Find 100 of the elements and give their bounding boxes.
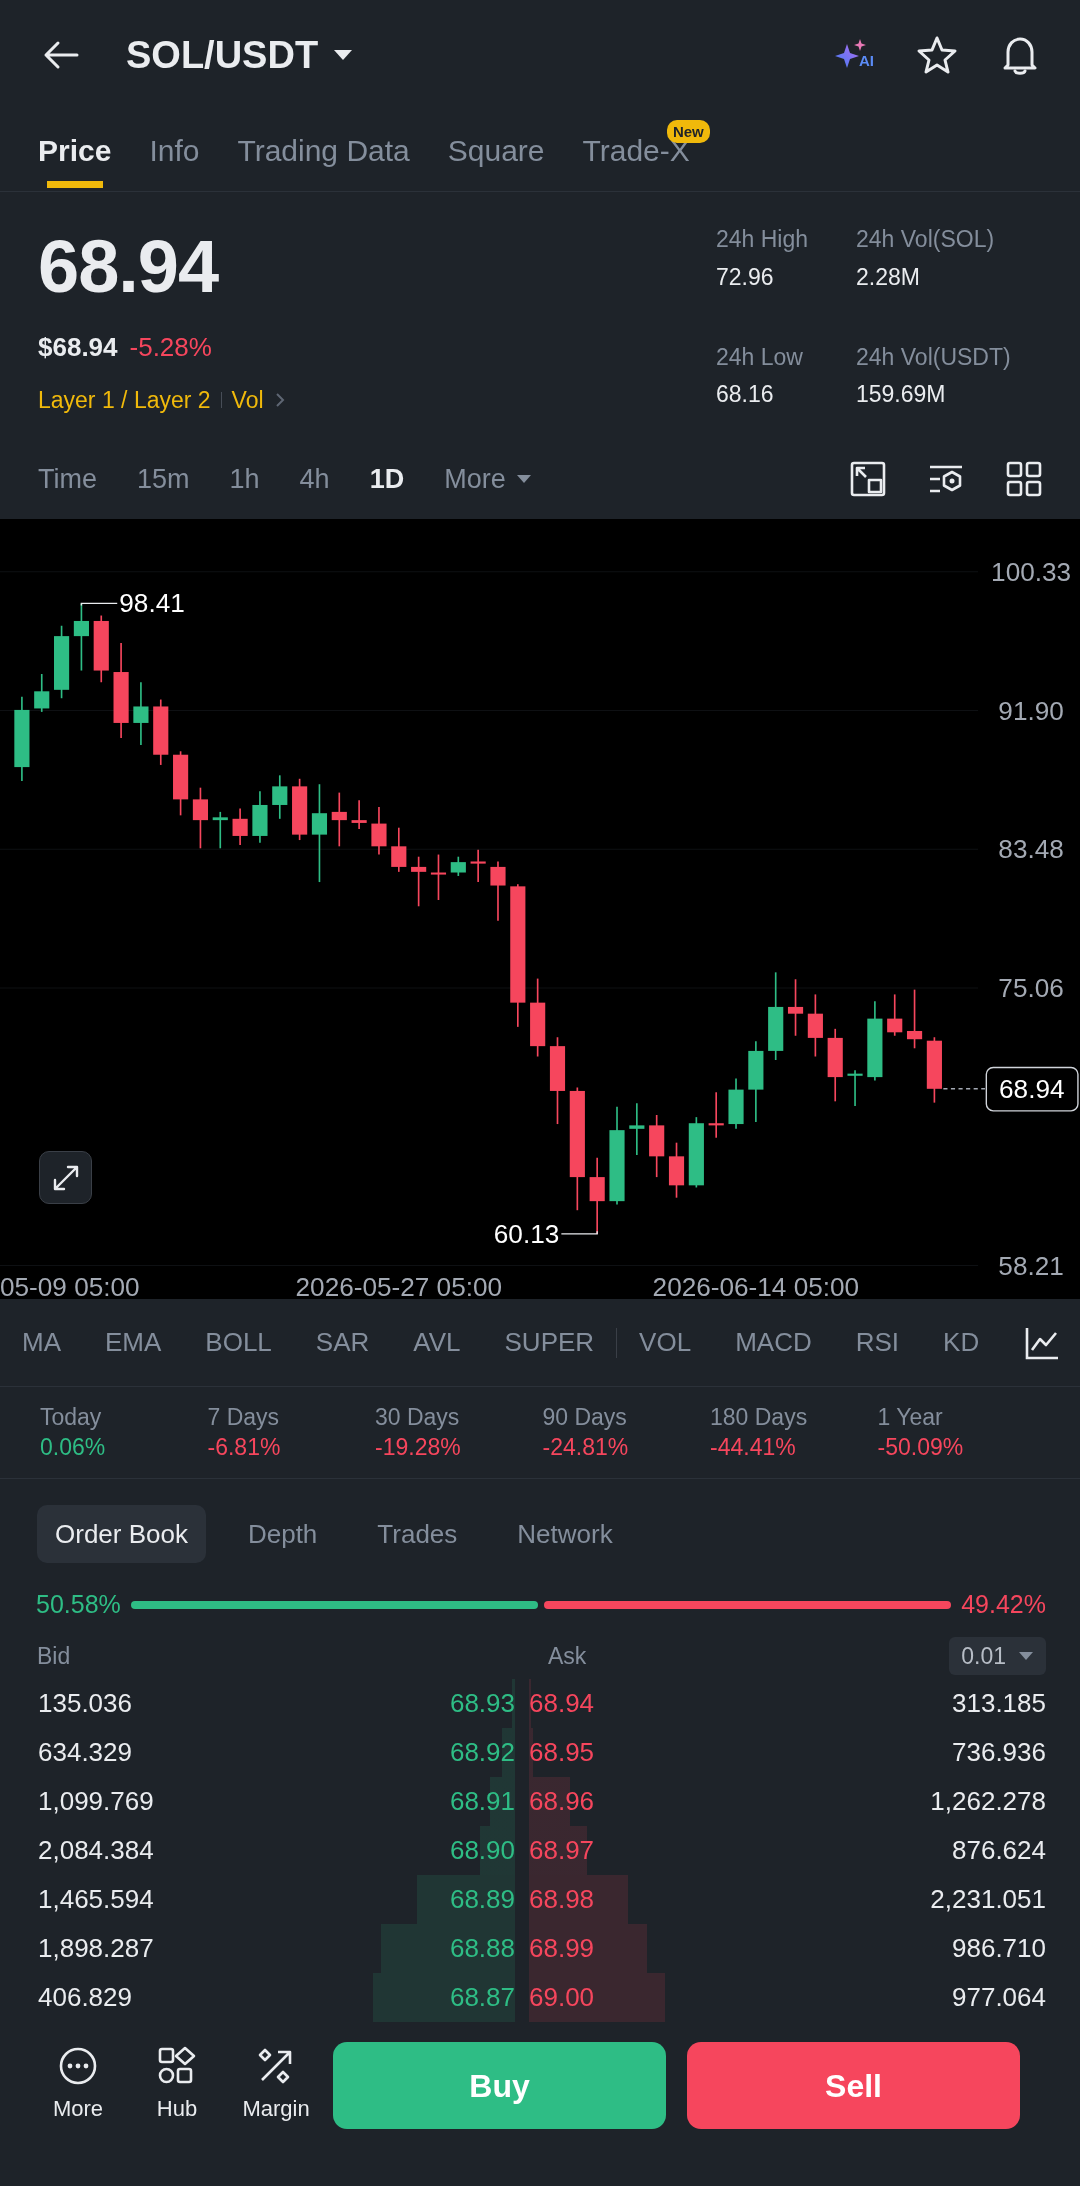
candle (292, 777, 308, 841)
stat-label: 24h Vol(SOL) (856, 226, 996, 254)
toolbar-button[interactable]: More (38, 2046, 118, 2125)
indicator-tab[interactable]: SAR (315, 1323, 370, 1362)
ask-price: 68.96 (529, 1777, 595, 1826)
book-tab[interactable]: Network (499, 1505, 631, 1563)
period-change: -50.09% (877, 1432, 965, 1462)
high-price-label: 98.41 (119, 588, 185, 619)
candle (331, 791, 347, 848)
indicator-tab[interactable]: RSI (855, 1323, 900, 1362)
precision-dropdown[interactable]: 0.01 (949, 1637, 1046, 1675)
candle (232, 807, 248, 846)
book-tab[interactable]: Order Book (37, 1505, 206, 1563)
toolbar-button[interactable]: Margin (236, 2046, 316, 2125)
last-price-line (942, 1088, 986, 1090)
chart-tool-button[interactable] (1006, 461, 1042, 497)
indicator-tab[interactable]: MA (22, 1323, 61, 1362)
candle (728, 1077, 744, 1130)
candle (411, 855, 427, 908)
stat-value: 159.69M (856, 380, 947, 410)
last-price-tag: 68.94 (985, 1066, 1079, 1112)
book-tab[interactable]: Depth (229, 1505, 336, 1563)
indicator-tab[interactable]: BOLL (205, 1323, 272, 1362)
tab[interactable]: Square (447, 109, 545, 192)
candle (807, 993, 823, 1058)
ask-price: 69.00 (529, 1973, 595, 2022)
chart-tool-button[interactable] (850, 461, 886, 497)
time-axis-label: 2026-05-27 05:00 (295, 1272, 503, 1299)
period-change: -6.81% (207, 1432, 282, 1462)
candle (708, 1091, 724, 1139)
caret-icon (332, 48, 355, 62)
tab[interactable]: Price (38, 109, 112, 192)
ask-quantity: 736.936 (952, 1736, 1046, 1769)
ask-ratio: 49.42% (961, 1589, 1046, 1621)
back-arrow-icon (42, 40, 80, 70)
indicator-tab[interactable]: KD (943, 1323, 980, 1362)
stat-label: 24h Vol(USDT) (856, 343, 1012, 372)
candle (192, 786, 208, 850)
indicator-tab[interactable]: EMA (105, 1323, 162, 1362)
tag-link[interactable]: Layer 1 / Layer 2 (38, 383, 211, 418)
candle (252, 790, 268, 844)
price-axis-label: 75.06 (998, 972, 1064, 1003)
indicator-tab[interactable]: VOL (639, 1323, 692, 1362)
candle (391, 826, 407, 873)
candle (629, 1102, 645, 1156)
ask-quantity: 1,262.278 (930, 1785, 1046, 1818)
price-axis-label: 91.90 (998, 695, 1064, 726)
tab[interactable]: Info (149, 109, 200, 192)
sell-button[interactable]: Sell (687, 2042, 1020, 2129)
candle (73, 602, 89, 672)
candle (787, 978, 804, 1037)
star-icon (916, 35, 958, 75)
interval-tab[interactable]: Time (38, 458, 97, 500)
candle (470, 848, 486, 883)
stat-value: 2.28M (856, 262, 921, 292)
column-header: Ask (548, 1641, 587, 1671)
toolbar-button[interactable]: Hub (137, 2046, 217, 2125)
book-tab[interactable]: Trades (359, 1505, 476, 1563)
price-axis-label: 100.33 (991, 556, 1072, 587)
buy-button[interactable]: Buy (333, 2042, 666, 2129)
candle (649, 1114, 665, 1178)
bid-price: 68.91 (449, 1777, 515, 1826)
stat-value: 72.96 (716, 262, 775, 292)
favorite-button[interactable] (916, 35, 958, 75)
candle (351, 799, 367, 830)
interval-tab[interactable]: More (444, 458, 532, 500)
pair-selector[interactable]: SOL/USDT (126, 26, 355, 84)
candle (153, 698, 169, 766)
indicator-tab[interactable]: AVL (413, 1323, 461, 1362)
interval-tab[interactable]: 4h (299, 458, 330, 500)
bid-price: 68.90 (449, 1826, 515, 1875)
ai-assistant-button[interactable]: AI (833, 38, 874, 72)
ask-quantity: 986.710 (952, 1932, 1046, 1965)
bid-quantity: 1,898.287 (38, 1932, 154, 1965)
ask-quantity: 977.064 (952, 1981, 1046, 2014)
indicator-tab[interactable]: MACD (735, 1323, 812, 1362)
period-change: -19.28% (375, 1432, 462, 1462)
bid-quantity: 2,084.384 (38, 1834, 154, 1867)
leader-line (80, 602, 118, 607)
candle (907, 988, 923, 1050)
tag-link[interactable]: Vol (231, 383, 264, 418)
candle (93, 614, 109, 684)
bid-quantity: 135.036 (38, 1687, 132, 1720)
interval-tab[interactable]: 1h (229, 458, 260, 500)
period-label: 1 Year (877, 1402, 944, 1432)
fullscreen-button[interactable] (39, 1151, 92, 1204)
low-price-label: 60.13 (493, 1218, 560, 1249)
candle (34, 673, 50, 713)
interval-tab[interactable]: 15m (137, 458, 190, 500)
bid-price: 68.87 (449, 1973, 515, 2022)
stat-value: 68.16 (716, 380, 775, 410)
caret-icon (1018, 1651, 1034, 1661)
back-button[interactable] (42, 40, 80, 70)
interval-tab[interactable]: 1D (369, 458, 405, 500)
indicator-tab[interactable]: SUPER (504, 1323, 595, 1362)
tab[interactable]: Trading Data (237, 109, 410, 192)
candle (887, 993, 903, 1037)
bid-price: 68.92 (449, 1728, 515, 1777)
period-label: 90 Days (542, 1402, 628, 1432)
bid-quantity: 1,099.769 (38, 1785, 154, 1818)
